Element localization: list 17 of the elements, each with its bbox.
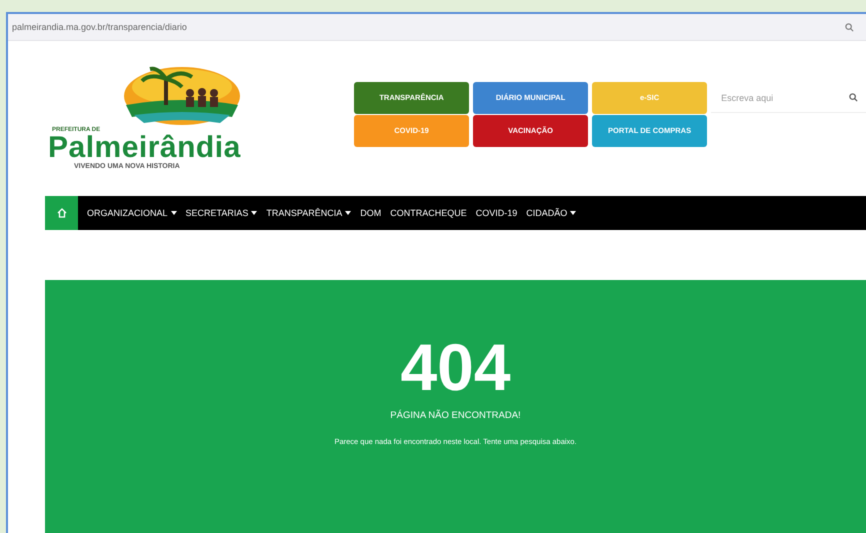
error-title: PÁGINA NÃO ENCONTRADA! bbox=[390, 410, 521, 421]
home-icon bbox=[56, 208, 66, 218]
nav-menu-item[interactable]: TRANSPARÊNCIA bbox=[266, 208, 352, 218]
nav-menu-item[interactable]: ORGANIZACIONAL bbox=[87, 208, 177, 218]
logo-name: Palmeirândia bbox=[48, 132, 241, 162]
search-icon[interactable] bbox=[849, 93, 858, 102]
address-bar[interactable]: palmeirandia.ma.gov.br/transparencia/diario bbox=[8, 14, 866, 41]
nav-menu-item[interactable]: DOM bbox=[360, 208, 382, 218]
nav-menu-item[interactable]: SECRETARIAS bbox=[186, 208, 258, 218]
nav-menu-item[interactable]: CIDADÃO bbox=[526, 208, 576, 218]
search-field[interactable]: Escreva aqui bbox=[719, 92, 834, 104]
home-button[interactable] bbox=[45, 196, 78, 230]
nav-menu-item[interactable]: COVID-19 bbox=[476, 208, 518, 218]
error-code: 404 bbox=[400, 332, 511, 402]
nav-menu-item[interactable]: CONTRACHEQUE bbox=[390, 208, 467, 218]
url-text: palmeirandia.ma.gov.br/transparencia/diario bbox=[12, 22, 187, 32]
search-icon[interactable] bbox=[845, 22, 854, 32]
